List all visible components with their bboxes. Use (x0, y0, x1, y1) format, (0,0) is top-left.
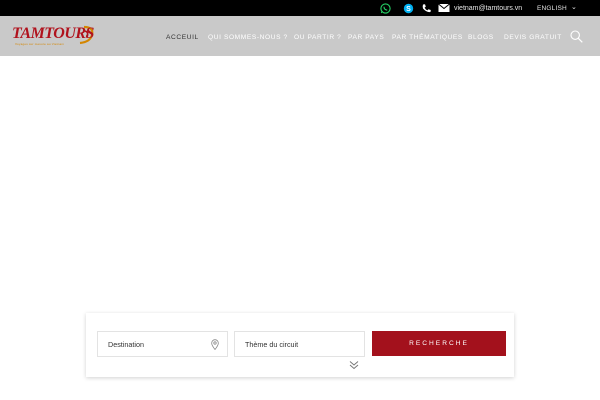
nav-item-accueil[interactable]: ACCEUIL (166, 32, 199, 42)
logo-tagline: Voyages sur mesure au Vietnam (15, 42, 65, 46)
skype-icon[interactable]: S (403, 2, 414, 14)
language-label: ENGLISH (537, 4, 567, 12)
destination-select[interactable]: Destination (97, 331, 228, 357)
nav-item-blogs[interactable]: BLOGS (468, 32, 494, 42)
chevron-double-down-icon[interactable] (349, 357, 359, 370)
envelope-icon[interactable] (438, 2, 450, 14)
svg-text:S: S (406, 6, 411, 13)
tour-search-panel: Destination Thème du circuit RECHERCHE (86, 313, 514, 377)
theme-placeholder: Thème du circuit (245, 339, 299, 349)
site-logo[interactable]: TAMTOURS Voyages sur mesure au Vietnam (12, 25, 96, 47)
search-button[interactable]: RECHERCHE (372, 331, 506, 356)
contact-email-link[interactable]: vietnam@tamtours.vn (454, 2, 522, 14)
map-pin-icon (211, 339, 219, 350)
nav-item-devis-gratuit[interactable]: DEVIS GRATUIT (504, 32, 562, 42)
top-bar: S vietnam@tamtours.vn ENGLISH ⌄ (0, 0, 600, 16)
language-selector[interactable]: ENGLISH ⌄ (537, 2, 577, 14)
chevron-down-icon: ⌄ (570, 4, 578, 11)
destination-placeholder: Destination (108, 339, 144, 349)
nav-item-par-pays[interactable]: PAR PAYS (348, 32, 384, 42)
nav-item-qui-sommes-nous[interactable]: QUI SOMMES-NOUS ? (208, 32, 288, 42)
search-icon[interactable] (570, 30, 583, 43)
nav-item-ou-partir[interactable]: OU PARTIR ? (294, 32, 341, 42)
phone-icon[interactable] (421, 2, 432, 14)
main-header: TAMTOURS Voyages sur mesure au Vietnam A… (0, 16, 600, 56)
whatsapp-icon[interactable] (380, 2, 391, 14)
nav-item-par-thematiques[interactable]: PAR THÉMATIQUES (392, 32, 463, 42)
logo-text: TAMTOURS (12, 25, 94, 42)
theme-select[interactable]: Thème du circuit (234, 331, 365, 357)
